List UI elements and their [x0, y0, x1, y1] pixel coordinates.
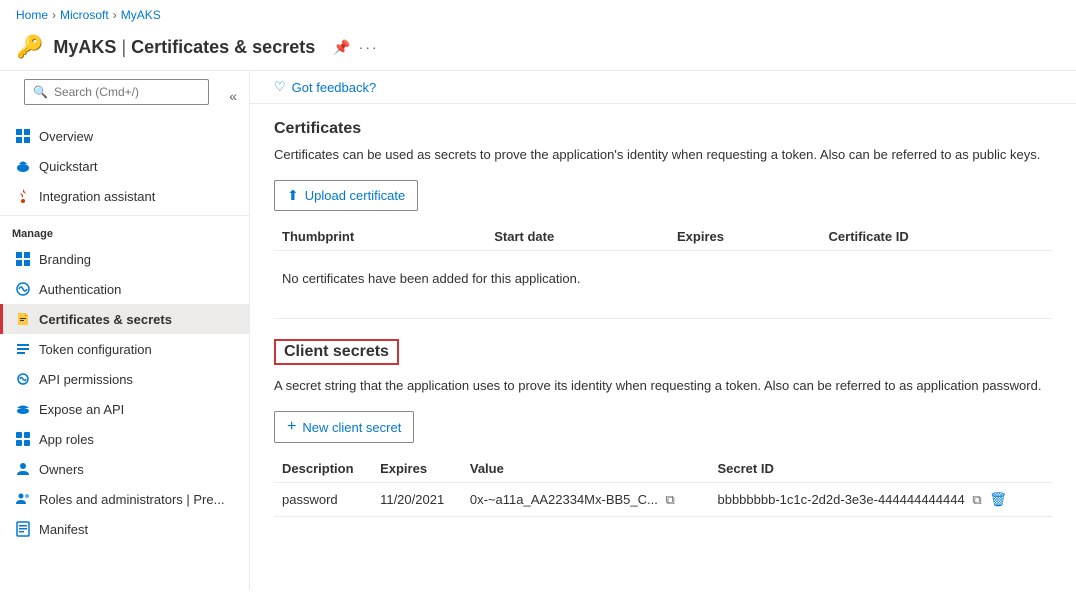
quickstart-label: Quickstart [39, 159, 98, 174]
authentication-label: Authentication [39, 282, 121, 297]
secret-description: password [274, 483, 372, 517]
sidebar-item-expose[interactable]: Expose an API [0, 394, 249, 424]
authentication-icon [15, 281, 31, 297]
sidebar-item-token[interactable]: Token configuration [0, 334, 249, 364]
expose-label: Expose an API [39, 402, 124, 417]
api-label: API permissions [39, 372, 133, 387]
token-icon [15, 341, 31, 357]
quickstart-icon [15, 158, 31, 174]
sidebar-item-authentication[interactable]: Authentication [0, 274, 249, 304]
client-secrets-table: Description Expires Value Secret ID pass… [274, 455, 1052, 517]
certificates-table: Thumbprint Start date Expires Certificat… [274, 223, 1052, 251]
copy-value-button[interactable]: ⧉ [666, 492, 675, 507]
heart-icon: ♡ [274, 79, 286, 95]
approles-label: App roles [39, 432, 94, 447]
col-description: Description [274, 455, 372, 483]
more-icon[interactable]: ··· [359, 39, 379, 56]
secret-expires: 11/20/2021 [372, 483, 462, 517]
certificates-empty-message: No certificates have been added for this… [274, 259, 1052, 298]
certificates-label: Certificates & secrets [39, 312, 172, 327]
col-secretid: Secret ID [709, 455, 1052, 483]
header-actions: 📌 ··· [333, 39, 378, 56]
breadcrumb: Home › Microsoft › MyAKS [0, 0, 1076, 30]
manifest-label: Manifest [39, 522, 88, 537]
col-startdate: Start date [486, 223, 669, 251]
manifest-icon [15, 521, 31, 537]
client-secrets-section: Client secrets A secret string that the … [274, 339, 1052, 517]
delete-secret-button[interactable]: 🗑 [989, 491, 1007, 507]
col-expires: Expires [372, 455, 462, 483]
overview-label: Overview [39, 129, 93, 144]
col-certid: Certificate ID [821, 223, 1052, 251]
sidebar-item-overview[interactable]: Overview [0, 121, 249, 151]
page-title: MyAKS | Certificates & secrets [53, 37, 315, 58]
feedback-bar: ♡ Got feedback? [250, 71, 1076, 104]
sidebar-item-roles[interactable]: Roles and administrators | Pre... [0, 484, 249, 514]
new-client-secret-button[interactable]: + New client secret [274, 411, 414, 443]
sidebar-item-quickstart[interactable]: Quickstart [0, 151, 249, 181]
certificates-title: Certificates [274, 120, 1052, 138]
expose-icon [15, 401, 31, 417]
secret-value: 0x-~a11a_AA22334Mx-BB5_C... ⧉ [462, 483, 710, 517]
overview-icon [15, 128, 31, 144]
api-icon [15, 371, 31, 387]
sidebar-item-owners[interactable]: Owners [0, 454, 249, 484]
integration-label: Integration assistant [39, 189, 155, 204]
certificates-desc: Certificates can be used as secrets to p… [274, 146, 1052, 164]
search-input[interactable] [54, 85, 200, 99]
certificates-section: Certificates Certificates can be used as… [274, 120, 1052, 298]
table-row: password 11/20/2021 0x-~a11a_AA22334Mx-B… [274, 483, 1052, 517]
branding-label: Branding [39, 252, 91, 267]
col-thumbprint: Thumbprint [274, 223, 486, 251]
sidebar-item-certificates[interactable]: Certificates & secrets [0, 304, 249, 334]
sidebar-item-integration[interactable]: Integration assistant [0, 181, 249, 211]
integration-icon [15, 188, 31, 204]
search-icon: 🔍 [33, 85, 48, 99]
breadcrumb-microsoft[interactable]: Microsoft [60, 8, 109, 22]
approles-icon [15, 431, 31, 447]
page-header: 🔑 MyAKS | Certificates & secrets 📌 ··· [0, 30, 1076, 71]
sidebar: 🔍 « Overview Quickstart Integration assi… [0, 71, 250, 590]
manage-section-label: Manage [0, 215, 249, 244]
sidebar-item-manifest[interactable]: Manifest [0, 514, 249, 544]
owners-label: Owners [39, 462, 84, 477]
client-secrets-desc: A secret string that the application use… [274, 377, 1052, 395]
copy-id-button[interactable]: ⧉ [972, 492, 981, 507]
owners-icon [15, 461, 31, 477]
roles-icon [15, 491, 31, 507]
roles-label: Roles and administrators | Pre... [39, 492, 224, 507]
section-divider [274, 318, 1052, 319]
upload-icon: ⬆ [287, 187, 299, 204]
add-icon: + [287, 418, 296, 436]
breadcrumb-myaks[interactable]: MyAKS [121, 8, 161, 22]
collapse-sidebar-button[interactable]: « [229, 88, 237, 104]
col-expires: Expires [669, 223, 821, 251]
client-secrets-title: Client secrets [284, 343, 389, 360]
sidebar-item-api[interactable]: API permissions [0, 364, 249, 394]
upload-certificate-button[interactable]: ⬆ Upload certificate [274, 180, 418, 211]
breadcrumb-home[interactable]: Home [16, 8, 48, 22]
sidebar-item-branding[interactable]: Branding [0, 244, 249, 274]
pin-icon[interactable]: 📌 [333, 39, 350, 56]
branding-icon [15, 251, 31, 267]
secret-id: bbbbbbbb-1c1c-2d2d-3e3e-444444444444 ⧉ 🗑 [709, 483, 1052, 517]
key-icon: 🔑 [16, 34, 43, 60]
feedback-link[interactable]: Got feedback? [292, 80, 377, 95]
col-value: Value [462, 455, 710, 483]
sidebar-item-approles[interactable]: App roles [0, 424, 249, 454]
certificates-icon [15, 311, 31, 327]
token-label: Token configuration [39, 342, 152, 357]
main-content: ♡ Got feedback? Certificates Certificate… [250, 71, 1076, 590]
